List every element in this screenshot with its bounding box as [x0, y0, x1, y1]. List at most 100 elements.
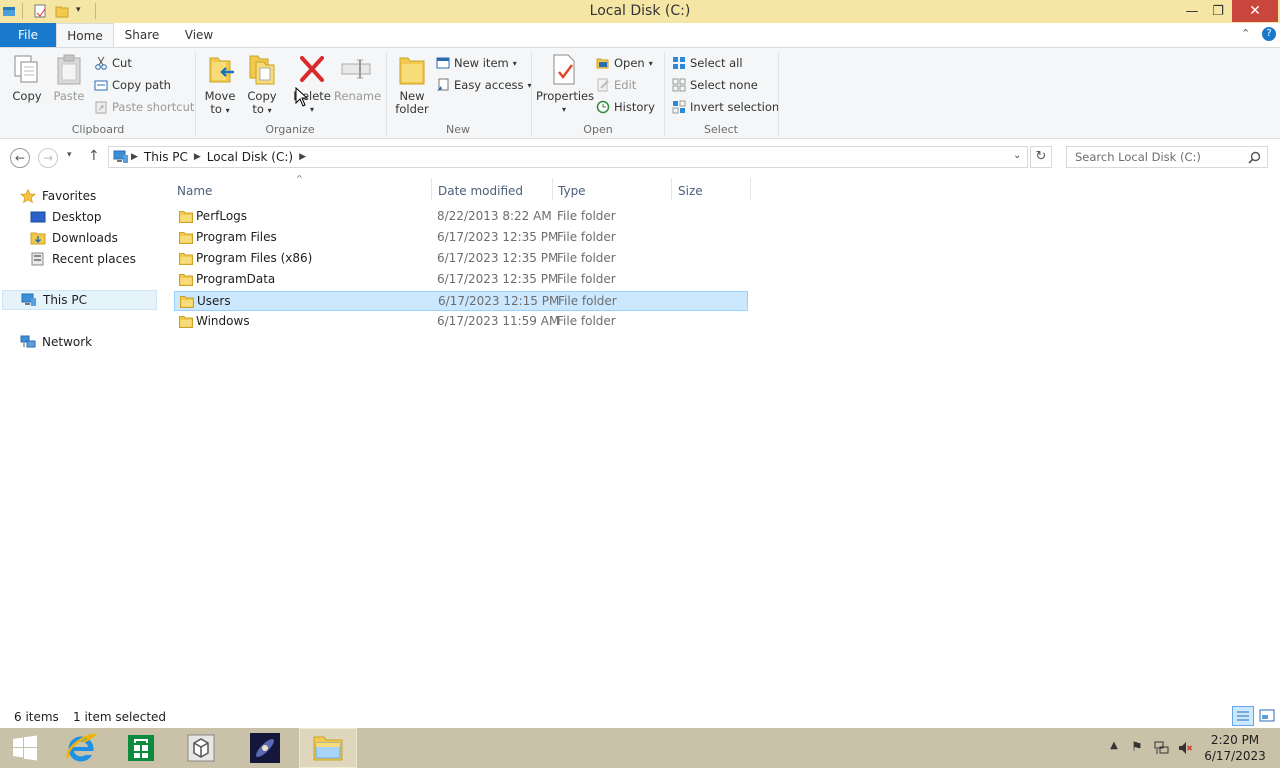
move-to-button[interactable]: Move to ▾: [202, 52, 238, 117]
column-separator[interactable]: [431, 178, 432, 200]
open-button[interactable]: Open ▾: [596, 54, 653, 72]
breadcrumb-local-disk[interactable]: Local Disk (C:): [207, 150, 293, 164]
forward-button[interactable]: →: [38, 148, 58, 168]
minimize-ribbon-icon[interactable]: ⌃: [1241, 27, 1250, 40]
maximize-button[interactable]: ❐: [1204, 0, 1232, 22]
nav-this-pc[interactable]: This PC: [2, 290, 157, 310]
volume-muted-icon[interactable]: [1177, 740, 1193, 756]
rename-button[interactable]: Rename: [334, 52, 381, 103]
status-bar: 6 items 1 item selected: [0, 706, 1280, 728]
help-icon[interactable]: ?: [1262, 27, 1276, 41]
recent-places-icon: [30, 252, 46, 266]
show-hidden-icons-button[interactable]: ▲: [1106, 740, 1122, 756]
table-row[interactable]: Program Files 6/17/2023 12:35 PM File fold…: [174, 228, 748, 248]
tab-share[interactable]: Share: [116, 23, 168, 47]
back-button[interactable]: ←: [10, 148, 30, 168]
taskbar-file-explorer[interactable]: [299, 728, 357, 768]
column-separator[interactable]: [671, 178, 672, 200]
star-icon: [20, 188, 36, 204]
taskbar-clock[interactable]: 2:20 PM 6/17/2023: [1196, 732, 1274, 764]
breadcrumb-separator-icon: ▶: [193, 152, 201, 162]
column-header-type[interactable]: Type: [558, 181, 668, 201]
cut-button[interactable]: Cut: [94, 54, 132, 72]
file-name: Program Files (x86): [196, 251, 313, 265]
nav-desktop[interactable]: Desktop: [30, 207, 102, 227]
properties-label: Properties: [536, 89, 595, 103]
table-row[interactable]: Windows 6/17/2023 11:59 AM File folder: [174, 312, 748, 332]
column-separator[interactable]: [552, 178, 553, 200]
taskbar-internet-explorer[interactable]: [52, 728, 110, 768]
select-all-label: Select all: [690, 56, 743, 70]
close-button[interactable]: ✕: [1232, 0, 1278, 22]
address-dropdown-icon[interactable]: ⌄: [1013, 150, 1021, 161]
action-center-flag-icon[interactable]: ⚑: [1129, 740, 1145, 756]
column-separator[interactable]: [750, 178, 751, 200]
minimize-button[interactable]: —: [1178, 0, 1206, 22]
search-input[interactable]: Search Local Disk (C:): [1066, 146, 1268, 168]
address-bar[interactable]: ▶ This PC ▶ Local Disk (C:) ▶ ⌄: [108, 146, 1028, 168]
table-row[interactable]: ProgramData 6/17/2023 12:35 PM File folder: [174, 270, 748, 290]
select-all-button[interactable]: Select all: [672, 54, 743, 72]
properties-button[interactable]: Properties ▾: [536, 52, 595, 116]
nav-favorites[interactable]: Favorites: [20, 186, 96, 206]
file-type: File folder: [557, 314, 616, 328]
nav-downloads-label: Downloads: [52, 231, 118, 245]
invert-selection-button[interactable]: Invert selection: [672, 98, 779, 116]
rename-icon: [340, 52, 372, 88]
select-none-icon: [672, 78, 686, 92]
clock-time: 2:20 PM: [1210, 733, 1260, 747]
taskbar: ▲ ⚑ 2:20 PM 6/17/2023: [0, 728, 1280, 768]
tab-home[interactable]: Home: [56, 23, 114, 48]
network-status-icon[interactable]: [1153, 740, 1169, 756]
new-item-button[interactable]: New item ▾: [436, 54, 517, 72]
nav-network[interactable]: Network: [20, 332, 92, 352]
column-header-name[interactable]: Name: [177, 181, 427, 201]
details-view-button[interactable]: [1232, 706, 1254, 726]
copy-button[interactable]: Copy: [8, 52, 46, 103]
group-separator: [664, 52, 665, 136]
open-label: Open: [614, 56, 645, 70]
history-button[interactable]: History: [596, 98, 655, 116]
edit-icon: [596, 78, 610, 92]
internet-explorer-icon: [66, 733, 97, 762]
large-icons-view-button[interactable]: [1256, 706, 1278, 726]
paste-button[interactable]: Paste: [50, 52, 88, 103]
breadcrumb-this-pc[interactable]: This PC: [144, 150, 188, 164]
downloads-icon: [30, 231, 46, 245]
network-icon: [20, 335, 36, 349]
group-label-select: Select: [704, 123, 738, 136]
edit-button[interactable]: Edit: [596, 76, 636, 94]
history-label: History: [614, 100, 655, 114]
select-none-button[interactable]: Select none: [672, 76, 758, 94]
table-row[interactable]: Users 6/17/2023 12:15 PM File folder: [174, 291, 748, 311]
new-folder-button[interactable]: New folder: [392, 52, 432, 116]
table-row[interactable]: PerfLogs 8/22/2013 8:22 AM File folder: [174, 207, 748, 227]
tab-view[interactable]: View: [176, 23, 222, 47]
file-date-modified: 8/22/2013 8:22 AM: [437, 209, 552, 223]
paste-shortcut-button[interactable]: Paste shortcut: [94, 98, 194, 116]
group-label-new: New: [446, 123, 470, 136]
nav-network-label: Network: [42, 335, 93, 349]
copy-to-label-2: to: [252, 102, 264, 116]
title-bar: ▾ Local Disk (C:) — ❐ ✕: [0, 0, 1280, 23]
table-row[interactable]: Program Files (x86) 6/17/2023 12:35 PM Fil…: [174, 249, 748, 269]
nav-downloads[interactable]: Downloads: [30, 228, 118, 248]
column-header-size[interactable]: Size: [678, 181, 748, 201]
start-button[interactable]: [0, 728, 50, 768]
group-separator: [778, 52, 779, 136]
up-button[interactable]: ↑: [88, 148, 100, 164]
column-header-date[interactable]: Date modified: [438, 181, 550, 201]
file-list: ^ Name Date modified Type Size PerfLogs 8…: [172, 174, 1272, 706]
taskbar-app-box[interactable]: [172, 728, 230, 768]
folder-icon: [180, 295, 194, 308]
easy-access-button[interactable]: Easy access ▾: [436, 76, 532, 94]
taskbar-galaxy-app[interactable]: [236, 728, 294, 768]
nav-recent-places[interactable]: Recent places: [30, 249, 136, 269]
recent-locations-icon[interactable]: ▾: [67, 150, 72, 160]
tab-file[interactable]: File: [0, 23, 56, 47]
copy-path-button[interactable]: Copy path: [94, 76, 171, 94]
copy-to-button[interactable]: Copy to ▾: [244, 52, 280, 117]
nav-desktop-label: Desktop: [52, 210, 102, 224]
taskbar-store[interactable]: [112, 728, 170, 768]
refresh-button[interactable]: ↻: [1030, 146, 1052, 168]
